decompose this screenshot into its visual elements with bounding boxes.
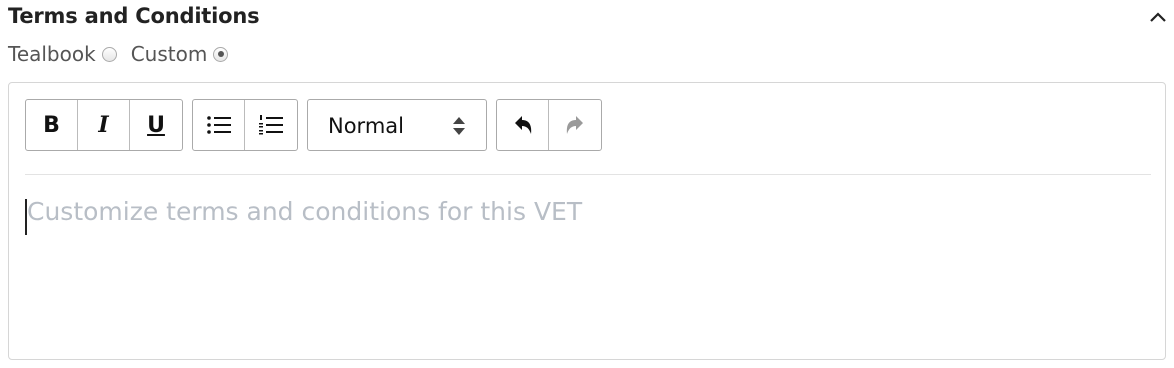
terms-mode-radio-group: Tealbook Custom	[8, 40, 242, 68]
section-title: Terms and Conditions	[8, 4, 260, 28]
format-select-value: Normal	[328, 114, 404, 138]
bullet-list-icon	[206, 116, 231, 134]
history-group	[496, 99, 602, 151]
undo-button[interactable]	[497, 100, 549, 150]
rich-text-editor: B I U Normal Customize terms and conditi…	[8, 82, 1166, 360]
bold-button[interactable]: B	[26, 100, 78, 150]
updown-caret-icon	[453, 117, 465, 135]
ordered-list-icon	[259, 115, 283, 135]
bullet-list-button[interactable]	[193, 100, 245, 150]
format-select[interactable]: Normal	[308, 100, 486, 152]
list-group	[192, 99, 298, 151]
italic-button[interactable]: I	[78, 100, 130, 150]
radio-option-tealbook[interactable]: Tealbook	[8, 42, 117, 66]
chevron-up-icon[interactable]	[1146, 6, 1170, 30]
text-style-group: B I U	[25, 99, 183, 151]
radio-option-custom[interactable]: Custom	[131, 42, 229, 66]
italic-icon: I	[98, 112, 109, 138]
radio-label-custom: Custom	[130, 42, 208, 66]
redo-button[interactable]	[549, 100, 601, 150]
underline-button[interactable]: U	[130, 100, 182, 150]
ordered-list-button[interactable]	[245, 100, 297, 150]
radio-custom[interactable]	[213, 46, 229, 62]
radio-tealbook[interactable]	[101, 46, 117, 62]
radio-label-tealbook: Tealbook	[8, 42, 96, 66]
editor-content-area[interactable]: Customize terms and conditions for this …	[25, 191, 1145, 341]
redo-icon	[566, 116, 583, 134]
bold-icon: B	[43, 112, 60, 138]
undo-icon	[514, 116, 531, 134]
underline-icon: U	[147, 112, 165, 138]
format-group: Normal	[307, 99, 487, 151]
editor-placeholder: Customize terms and conditions for this …	[27, 197, 583, 226]
editor-toolbar: B I U Normal	[25, 99, 611, 151]
toolbar-divider	[25, 174, 1151, 175]
